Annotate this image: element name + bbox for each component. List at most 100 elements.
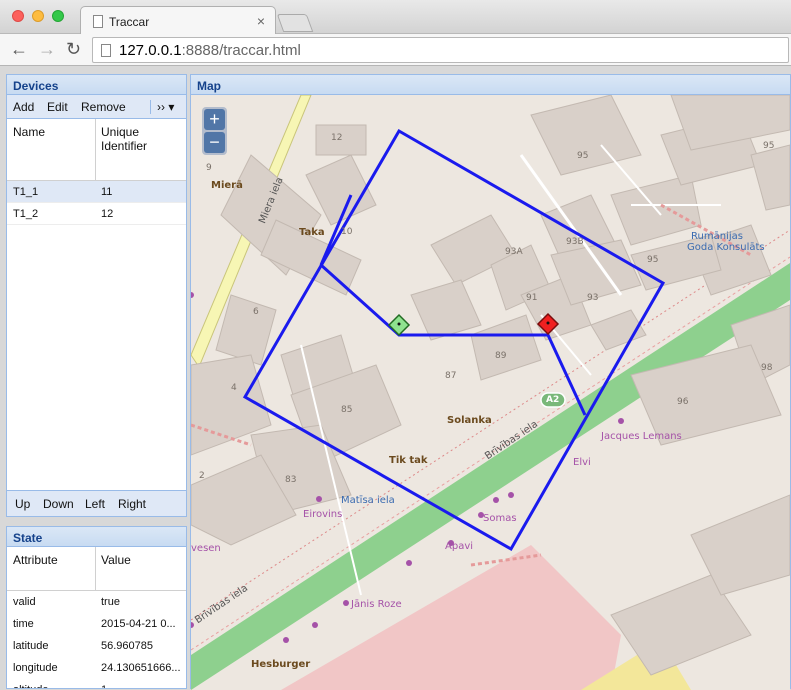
state-value: 56.960785 [101,640,153,652]
map-canvas[interactable]: Mierā Taka Solanka Tik tak Hesburger Mie… [191,95,790,690]
reload-icon[interactable]: ↻ [66,39,81,59]
state-attribute: latitude [13,640,49,652]
address-bar[interactable]: 127.0.0.1:8888/traccar.html [92,37,789,63]
road-shield-a2: A2 [546,395,560,405]
more-menu-button[interactable]: ›› ▾ [157,100,174,114]
house-number: 93B [566,237,584,247]
document-icon [93,15,103,28]
device-marker-green-icon [387,313,411,337]
new-tab-button[interactable] [276,14,314,32]
back-icon[interactable]: ← [10,39,28,59]
state-value: 1 [101,684,107,688]
browser-titlebar: Traccar × [0,0,791,35]
map-label-miera[interactable]: Mierā [211,180,243,191]
column-value[interactable]: Value [101,553,131,567]
state-title: State [7,527,186,547]
page-icon [101,44,111,57]
add-button[interactable]: Add [13,100,34,114]
tab-title: Traccar [109,15,150,29]
up-button[interactable]: Up [15,497,30,511]
map-label-janis-roze[interactable]: Jānis Roze [351,599,402,610]
map-label-eirovins[interactable]: Eirovins [303,509,342,520]
browser-toolbar: ← → ↻ 127.0.0.1:8888/traccar.html [0,34,791,66]
remove-button[interactable]: Remove [81,100,126,114]
map-label-elvi[interactable]: Elvi [573,457,591,468]
house-number: 6 [253,307,259,317]
toolbar-separator [150,100,151,114]
column-divider[interactable] [95,119,96,181]
zoom-out-button[interactable]: − [204,132,225,153]
house-number: 95 [647,255,659,265]
minimize-window-button[interactable] [32,10,44,22]
left-button[interactable]: Left [85,497,105,511]
house-number: 83 [285,475,297,485]
devices-panel: Devices Add Edit Remove ›› ▾ Name Unique… [6,74,187,517]
devices-toolbar: Add Edit Remove ›› ▾ [7,95,186,119]
house-number: 95 [577,151,589,161]
map-label-apavi[interactable]: Apavi [445,541,473,552]
house-number: 91 [526,293,538,303]
map-panel: Map Mierā Taka Solanka Tik tak Hesburger… [190,74,791,690]
zoom-control: + − [202,107,227,155]
state-attribute: longitude [13,662,58,674]
state-row[interactable]: valid true [7,591,186,613]
device-name: T1_1 [13,186,39,198]
tab-close-icon[interactable]: × [257,13,265,29]
device-unique-id: 11 [101,186,113,198]
zoom-window-button[interactable] [52,10,64,22]
forward-icon[interactable]: → [38,39,56,59]
map-label-tik-tak[interactable]: Tik tak [389,455,428,466]
map-label-rumanijas[interactable]: Rumānijas [691,231,743,242]
state-value: true [101,596,120,608]
map-label-jacques-lemans[interactable]: Jacques Lemans [601,431,682,442]
house-number: 85 [341,405,353,415]
device-row[interactable]: T1_1 11 [7,181,186,203]
state-attribute: altitude [13,684,48,688]
state-row[interactable]: time 2015-04-21 0... [7,613,186,635]
state-value: 24.130651666... [101,662,181,674]
house-number: 9 [206,163,212,173]
house-number: 93A [505,247,523,257]
house-number: 12 [331,133,343,143]
devices-title: Devices [7,75,186,95]
state-row[interactable]: latitude 56.960785 [7,635,186,657]
browser-tab[interactable]: Traccar × [80,6,276,35]
zoom-in-button[interactable]: + [204,109,225,130]
house-number: 89 [495,351,507,361]
state-grid-header: Attribute Value [7,547,186,591]
right-button[interactable]: Right [118,497,146,511]
devices-grid-header: Name Unique Identifier [7,119,186,181]
state-row[interactable]: longitude 24.130651666... [7,657,186,679]
state-panel: State Attribute Value valid true time 20… [6,526,187,689]
map-label-vesen[interactable]: vesen [191,543,221,554]
down-button[interactable]: Down [43,497,74,511]
house-number: 98 [761,363,773,373]
state-row[interactable]: altitude 1 [7,679,186,688]
column-unique-identifier[interactable]: Unique Identifier [101,125,186,153]
state-attribute: valid [13,596,36,608]
column-divider[interactable] [95,547,96,591]
column-name[interactable]: Name [13,125,45,139]
column-attribute[interactable]: Attribute [13,553,58,567]
house-number: 10 [341,227,353,237]
close-window-button[interactable] [12,10,24,22]
device-row[interactable]: T1_2 12 [7,203,186,225]
house-number: 2 [199,471,205,481]
map-title: Map [191,75,790,95]
map-label-goda-konsulats[interactable]: Goda Konsulāts [687,242,765,253]
map-label-solanka[interactable]: Solanka [447,415,492,426]
device-name: T1_2 [13,208,39,220]
map-label-matisa-iela[interactable]: Matīsa iela [341,495,395,506]
map-label-taka[interactable]: Taka [299,227,325,238]
devices-bottom-toolbar: Up Down Left Right [7,490,186,516]
map-label-hesburger[interactable]: Hesburger [251,659,310,670]
device-unique-id: 12 [101,208,114,220]
house-number: 87 [445,371,457,381]
state-attribute: time [13,618,34,630]
house-number: 93 [587,293,599,303]
house-number: 4 [231,383,237,393]
url-text: 127.0.0.1:8888/traccar.html [119,42,301,59]
house-number: 96 [677,397,689,407]
edit-button[interactable]: Edit [47,100,68,114]
map-label-somas[interactable]: Somas [483,513,517,524]
